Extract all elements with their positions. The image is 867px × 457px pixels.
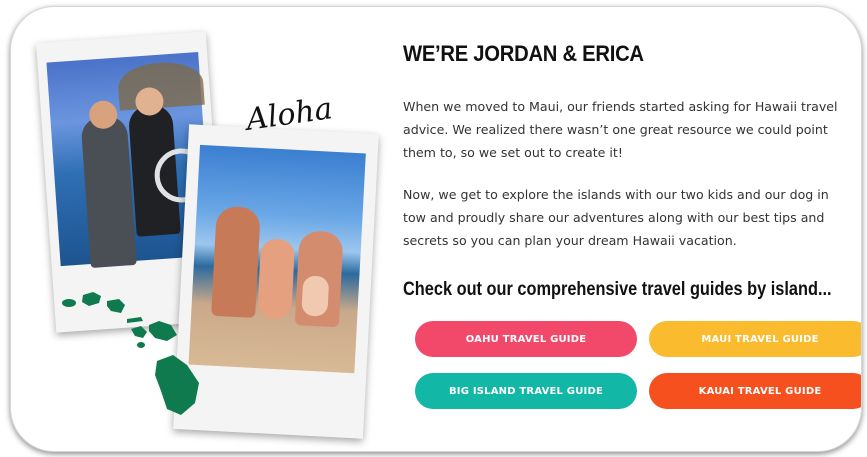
intro-paragraph-1: When we moved to Maui, our friends start… — [403, 99, 838, 160]
family-beach-photo — [188, 144, 366, 374]
hawaii-islands-icon — [62, 292, 199, 415]
maui-guide-button[interactable]: MAUI TRAVEL GUIDE — [649, 321, 861, 357]
page-title: WE’RE JORDAN & ERICA — [403, 41, 644, 66]
intro-paragraph-2: Now, we get to explore the islands with … — [403, 187, 829, 248]
photo-collage: Aloha — [31, 29, 401, 439]
oahu-guide-button[interactable]: OAHU TRAVEL GUIDE — [415, 321, 637, 357]
kauai-guide-button[interactable]: KAUAI TRAVEL GUIDE — [649, 373, 861, 409]
about-card: Aloha WE’RE JORDAN & ERICA When we moved… — [10, 6, 862, 452]
guides-heading: Check out our comprehensive travel guide… — [403, 279, 832, 300]
big-island-guide-button[interactable]: BIG ISLAND TRAVEL GUIDE — [415, 373, 637, 409]
